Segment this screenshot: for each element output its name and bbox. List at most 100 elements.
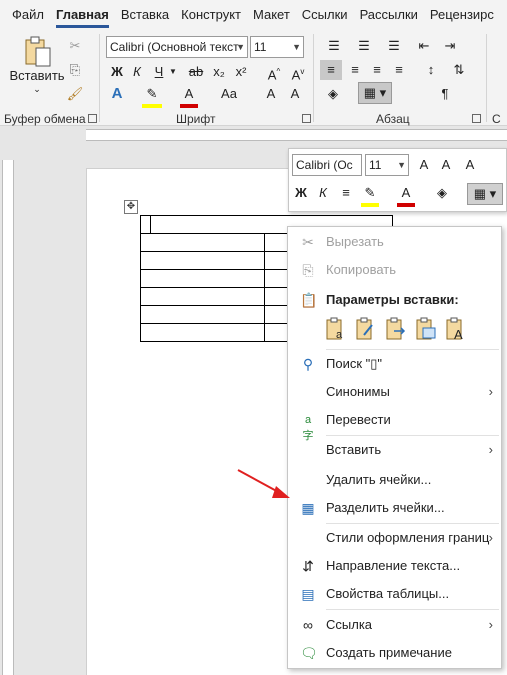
chevron-down-icon[interactable]: ▼ bbox=[236, 37, 245, 57]
change-case-button[interactable]: Aa bbox=[218, 84, 240, 104]
menu-item-table-properties-label: Свойства таблицы... bbox=[326, 586, 450, 601]
font-size-combo[interactable]: 11 ▼ bbox=[250, 36, 304, 58]
justify-icon[interactable]: ≡ bbox=[388, 60, 410, 80]
grow-font-icon[interactable]: A^ bbox=[264, 62, 284, 85]
annotation-arrow-icon bbox=[237, 469, 290, 498]
menu-item-translate[interactable]: a字 Перевести bbox=[288, 407, 501, 442]
superscript-button[interactable]: x² bbox=[232, 62, 250, 82]
chevron-down-icon[interactable]: ▼ bbox=[397, 155, 406, 175]
tab-mailings[interactable]: Рассылки bbox=[354, 0, 424, 30]
paragraph-launcher-icon[interactable] bbox=[472, 114, 481, 123]
tab-file[interactable]: Файл bbox=[6, 0, 50, 30]
tab-layout[interactable]: Макет bbox=[247, 0, 296, 30]
menu-divider bbox=[326, 609, 499, 610]
shrink-font-icon[interactable]: A bbox=[437, 155, 455, 175]
shading-icon[interactable]: ◈ bbox=[322, 84, 344, 104]
menu-item-split-cells-label: Разделить ячейки... bbox=[326, 500, 445, 515]
copy-icon[interactable]: ⎘ bbox=[66, 60, 84, 80]
group-divider bbox=[486, 34, 487, 122]
menu-item-new-comment[interactable]: 🗨 Создать примечание bbox=[288, 640, 501, 666]
menu-item-new-comment-label: Создать примечание bbox=[326, 645, 452, 660]
font-launcher-icon[interactable] bbox=[302, 114, 311, 123]
menu-item-border-styles[interactable]: Стили оформления границ › bbox=[288, 525, 501, 551]
styles-group-label: С bbox=[492, 112, 501, 126]
paste-merge-formatting-icon[interactable] bbox=[356, 317, 376, 341]
split-cells-icon: ▦ bbox=[301, 500, 315, 516]
menu-item-split-cells[interactable]: ▦ Разделить ячейки... bbox=[288, 495, 501, 521]
clipboard-launcher-icon[interactable] bbox=[88, 114, 97, 123]
mini-shading-icon[interactable]: ◈ bbox=[433, 183, 451, 203]
comment-icon: 🗨 bbox=[300, 645, 318, 661]
menu-item-text-direction[interactable]: ⇵ Направление текста... bbox=[288, 553, 501, 579]
menu-item-cut-label: Вырезать bbox=[326, 234, 384, 249]
styles-icon[interactable]: A bbox=[461, 155, 479, 175]
grow-font-icon[interactable]: A bbox=[415, 155, 433, 175]
align-left-icon[interactable]: ≡ bbox=[320, 60, 342, 80]
underline-dropdown-icon[interactable]: ▼ bbox=[168, 62, 178, 82]
strikethrough-button[interactable]: ab bbox=[186, 62, 206, 82]
copy-icon: ⎘ bbox=[302, 262, 314, 278]
align-right-icon[interactable]: ≡ bbox=[366, 60, 388, 80]
increase-indent-icon[interactable]: ⇥ bbox=[440, 36, 460, 56]
tab-design[interactable]: Конструкт bbox=[175, 0, 247, 30]
decrease-indent-icon[interactable]: ⇤ bbox=[414, 36, 434, 56]
bullets-icon[interactable]: ☰ bbox=[322, 36, 346, 56]
table-move-handle-icon[interactable]: ✥ bbox=[124, 200, 138, 214]
mini-italic-button[interactable]: К bbox=[315, 183, 331, 203]
scissors-icon: ✂ bbox=[302, 234, 314, 250]
paste-options-heading: 📋 Параметры вставки: bbox=[288, 287, 501, 313]
paste-text-only-icon[interactable]: A bbox=[446, 317, 466, 341]
menu-item-copy[interactable]: ⎘ Копировать bbox=[288, 257, 501, 283]
mini-borders-icon[interactable]: ▦ ▾ bbox=[467, 183, 503, 205]
menu-item-delete-cells[interactable]: Удалить ячейки... bbox=[288, 467, 501, 493]
mini-font-name-combo[interactable]: Calibri (Ос bbox=[292, 154, 362, 176]
paste-button[interactable]: Вставить ⌄ bbox=[8, 34, 66, 100]
menu-divider bbox=[326, 435, 499, 436]
shrink-font-icon[interactable]: Av bbox=[288, 62, 308, 85]
menu-item-translate-label: Перевести bbox=[326, 412, 391, 427]
subscript-button[interactable]: x₂ bbox=[210, 62, 228, 82]
italic-button[interactable]: К bbox=[128, 62, 146, 82]
highlight-icon[interactable]: ✎ bbox=[142, 84, 162, 108]
pilcrow-button[interactable]: ¶ bbox=[436, 84, 454, 104]
format-painter-icon[interactable]: 🖌 bbox=[66, 84, 84, 104]
align-center-icon[interactable]: ≡ bbox=[344, 60, 366, 80]
phonetic-guide-icon[interactable]: A bbox=[286, 84, 304, 104]
vertical-ruler[interactable] bbox=[2, 160, 14, 675]
mini-align-center-icon[interactable]: ≡ bbox=[337, 183, 355, 203]
clear-formatting-icon[interactable]: A bbox=[262, 84, 280, 104]
font-name-combo[interactable]: Calibri (Основной текст ▼ bbox=[106, 36, 248, 58]
paste-nested-table-icon[interactable] bbox=[386, 317, 406, 341]
text-effects-icon[interactable]: A bbox=[108, 84, 126, 104]
paste-keep-formatting-icon[interactable]: a bbox=[326, 317, 346, 341]
bold-button[interactable]: Ж bbox=[108, 62, 126, 82]
tab-references[interactable]: Ссылки bbox=[296, 0, 354, 30]
mini-font-name-value: Calibri (Ос bbox=[296, 158, 353, 172]
paste-options-label: Параметры вставки: bbox=[326, 292, 459, 307]
mini-bold-button[interactable]: Ж bbox=[293, 183, 309, 203]
underline-button[interactable]: Ч bbox=[150, 62, 168, 82]
numbering-icon[interactable]: ☰ bbox=[352, 36, 376, 56]
menu-item-cut[interactable]: ✂ Вырезать bbox=[288, 229, 501, 255]
multilevel-list-icon[interactable]: ☰ bbox=[382, 36, 406, 56]
line-spacing-icon[interactable]: ↕ bbox=[420, 60, 442, 80]
mini-font-color-icon[interactable]: A bbox=[397, 183, 415, 207]
cut-icon[interactable]: ✂ bbox=[66, 36, 84, 56]
borders-icon[interactable]: ▦ ▾ bbox=[358, 82, 392, 104]
menu-item-table-properties[interactable]: ▤ Свойства таблицы... bbox=[288, 581, 501, 607]
tab-review[interactable]: Рецензирс bbox=[424, 0, 500, 30]
horizontal-ruler[interactable] bbox=[0, 128, 507, 142]
menu-item-search[interactable]: ⚲ Поиск "▯" bbox=[288, 351, 501, 377]
mini-font-size-combo[interactable]: 11 ▼ bbox=[365, 154, 409, 176]
chevron-down-icon[interactable]: ▼ bbox=[292, 37, 301, 57]
menu-item-link[interactable]: ∞ Ссылка › bbox=[288, 612, 501, 638]
tab-insert[interactable]: Вставка bbox=[115, 0, 175, 30]
font-color-icon[interactable]: A bbox=[180, 84, 198, 108]
paste-picture-icon[interactable] bbox=[416, 317, 436, 341]
mini-highlight-icon[interactable]: ✎ bbox=[361, 183, 379, 207]
sort-icon[interactable]: ⇅ bbox=[448, 60, 470, 80]
menu-item-insert[interactable]: Вставить › bbox=[288, 437, 501, 463]
menu-item-synonyms[interactable]: Синонимы › bbox=[288, 379, 501, 405]
clipboard-group-label: Буфер обмена bbox=[4, 112, 86, 126]
tab-home[interactable]: Главная bbox=[50, 0, 115, 30]
